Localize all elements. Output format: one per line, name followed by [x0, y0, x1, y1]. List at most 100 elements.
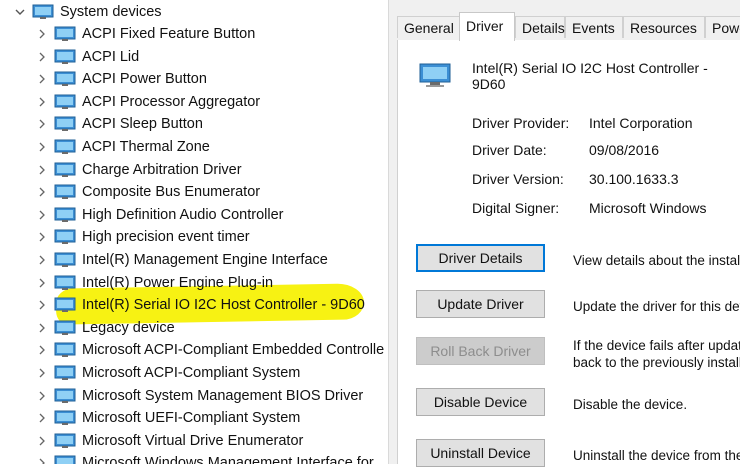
chevron-right-icon[interactable]	[34, 139, 50, 155]
device-icon	[54, 207, 76, 223]
tree-item-label: ACPI Fixed Feature Button	[82, 26, 256, 42]
device-icon	[54, 26, 76, 42]
tree-item[interactable]: Microsoft UEFI-Compliant System	[34, 407, 300, 429]
tree-item-label: ACPI Lid	[82, 48, 140, 65]
tree-item[interactable]: Composite Bus Enumerator	[34, 181, 260, 203]
chevron-right-icon[interactable]	[34, 252, 50, 268]
tree-item-label: ACPI Thermal Zone	[82, 139, 210, 155]
tree-item[interactable]: Intel(R) Power Engine Plug-in	[34, 272, 273, 294]
system-devices-icon	[32, 4, 54, 20]
chevron-right-icon[interactable]	[34, 49, 50, 65]
tree-item-label: Intel(R) Power Engine Plug-in	[82, 274, 274, 291]
chevron-right-icon[interactable]	[34, 297, 50, 313]
chevron-right-icon[interactable]	[34, 26, 50, 42]
chevron-right-icon[interactable]	[34, 365, 50, 381]
tree-item[interactable]: ACPI Processor Aggregator	[34, 91, 260, 113]
chevron-right-icon[interactable]	[34, 184, 50, 200]
tree-item-label: ACPI Power Button	[82, 71, 207, 88]
tree-item[interactable]: Microsoft ACPI-Compliant Embedded Contro…	[34, 339, 384, 361]
device-icon	[54, 342, 76, 358]
disable-device-button[interactable]: Disable Device	[416, 388, 545, 416]
chevron-right-icon[interactable]	[34, 342, 50, 358]
chevron-right-icon[interactable]	[34, 162, 50, 178]
tab-power[interactable]: Powe	[705, 16, 740, 38]
chevron-right-icon[interactable]	[34, 94, 50, 110]
chevron-right-icon[interactable]	[34, 320, 50, 336]
tree-item[interactable]: ACPI Lid	[34, 46, 139, 68]
tab-details[interactable]: Details	[515, 16, 565, 38]
device-name: Intel(R) Serial IO I2C Host Controller -…	[472, 60, 708, 92]
digital-signer-label: Digital Signer:	[472, 200, 560, 216]
chevron-right-icon[interactable]	[34, 433, 50, 449]
chevron-right-icon[interactable]	[34, 455, 50, 464]
device-icon	[54, 229, 76, 245]
device-icon	[418, 60, 454, 90]
roll-back-driver-button[interactable]: Roll Back Driver	[416, 337, 545, 365]
device-icon	[54, 252, 76, 268]
tree-item[interactable]: Legacy device	[34, 317, 175, 339]
tree-item-label: Microsoft Windows Management Interface f…	[82, 455, 374, 464]
disable-device-desc: Disable the device.	[573, 397, 688, 412]
tab-general[interactable]: General	[397, 16, 461, 38]
chevron-right-icon[interactable]	[34, 229, 50, 245]
tree-item[interactable]: Intel(R) Serial IO I2C Host Controller -…	[34, 294, 365, 316]
device-tree: System devices ACPI Fixed Feature Button…	[0, 0, 388, 464]
device-icon	[54, 49, 76, 65]
tree-item[interactable]: High Definition Audio Controller	[34, 204, 284, 226]
device-icon	[54, 365, 76, 381]
tree-item-label: Intel(R) Serial IO I2C Host Controller -…	[82, 297, 365, 314]
tree-item[interactable]: Microsoft Virtual Drive Enumerator	[34, 430, 303, 452]
tree-item-label: Microsoft ACPI-Compliant System	[82, 365, 301, 381]
device-icon	[54, 297, 76, 313]
device-icon	[54, 162, 76, 178]
tree-item-label: Microsoft UEFI-Compliant System	[82, 410, 301, 427]
tree-item[interactable]: ACPI Power Button	[34, 68, 207, 90]
device-icon	[54, 410, 76, 426]
driver-details-desc: View details about the installe	[573, 253, 740, 268]
chevron-right-icon[interactable]	[34, 71, 50, 87]
tree-item[interactable]: ACPI Thermal Zone	[34, 136, 210, 158]
tree-item-label: High precision event timer	[82, 229, 250, 246]
driver-date-value: 09/08/2016	[589, 142, 660, 158]
tree-item[interactable]: ACPI Fixed Feature Button	[34, 23, 255, 45]
tab-resources[interactable]: Resources	[623, 16, 705, 38]
tree-item[interactable]: ACPI Sleep Button	[34, 113, 203, 135]
tree-item-label: Charge Arbitration Driver	[82, 161, 242, 178]
chevron-right-icon[interactable]	[34, 116, 50, 132]
roll-back-desc-line1: If the device fails after updati	[573, 338, 740, 353]
digital-signer-value: Microsoft Windows	[589, 200, 707, 216]
uninstall-device-button[interactable]: Uninstall Device	[416, 439, 545, 467]
tree-category-system-devices[interactable]: System devices	[12, 1, 162, 23]
device-icon	[54, 184, 76, 200]
tree-item[interactable]: Microsoft System Management BIOS Driver	[34, 385, 363, 407]
tree-item[interactable]: Microsoft ACPI-Compliant System	[34, 362, 300, 384]
device-icon	[54, 275, 76, 291]
tab-events[interactable]: Events	[565, 16, 623, 38]
tree-item[interactable]: Intel(R) Management Engine Interface	[34, 249, 328, 271]
chevron-right-icon[interactable]	[34, 207, 50, 223]
tree-item-label: Composite Bus Enumerator	[82, 184, 261, 201]
tab-driver[interactable]: Driver	[459, 12, 515, 41]
device-icon	[54, 455, 76, 464]
tree-item[interactable]: Charge Arbitration Driver	[34, 159, 242, 181]
driver-provider-value: Intel Corporation	[589, 115, 693, 131]
device-icon	[54, 71, 76, 87]
tree-item[interactable]: High precision event timer	[34, 226, 250, 248]
update-driver-button[interactable]: Update Driver	[416, 290, 545, 318]
tree-item-label: Microsoft ACPI-Compliant Embedded Contro…	[82, 342, 385, 359]
chevron-right-icon[interactable]	[34, 275, 50, 291]
tree-category-label: System devices	[60, 4, 162, 20]
tree-item-label: Intel(R) Management Engine Interface	[82, 252, 328, 268]
tree-item-label: Legacy device	[82, 319, 175, 336]
driver-details-button[interactable]: Driver Details	[416, 244, 545, 272]
device-icon	[54, 388, 76, 404]
chevron-right-icon[interactable]	[34, 410, 50, 426]
driver-version-label: Driver Version:	[472, 171, 564, 187]
tree-item-label: Microsoft Virtual Drive Enumerator	[82, 432, 304, 449]
update-driver-desc: Update the driver for this dev	[573, 299, 740, 314]
device-icon	[54, 433, 76, 449]
tree-item[interactable]: Microsoft Windows Management Interface f…	[34, 452, 374, 464]
chevron-down-icon[interactable]	[12, 4, 28, 20]
tree-item-label: Microsoft System Management BIOS Driver	[82, 387, 364, 404]
chevron-right-icon[interactable]	[34, 388, 50, 404]
